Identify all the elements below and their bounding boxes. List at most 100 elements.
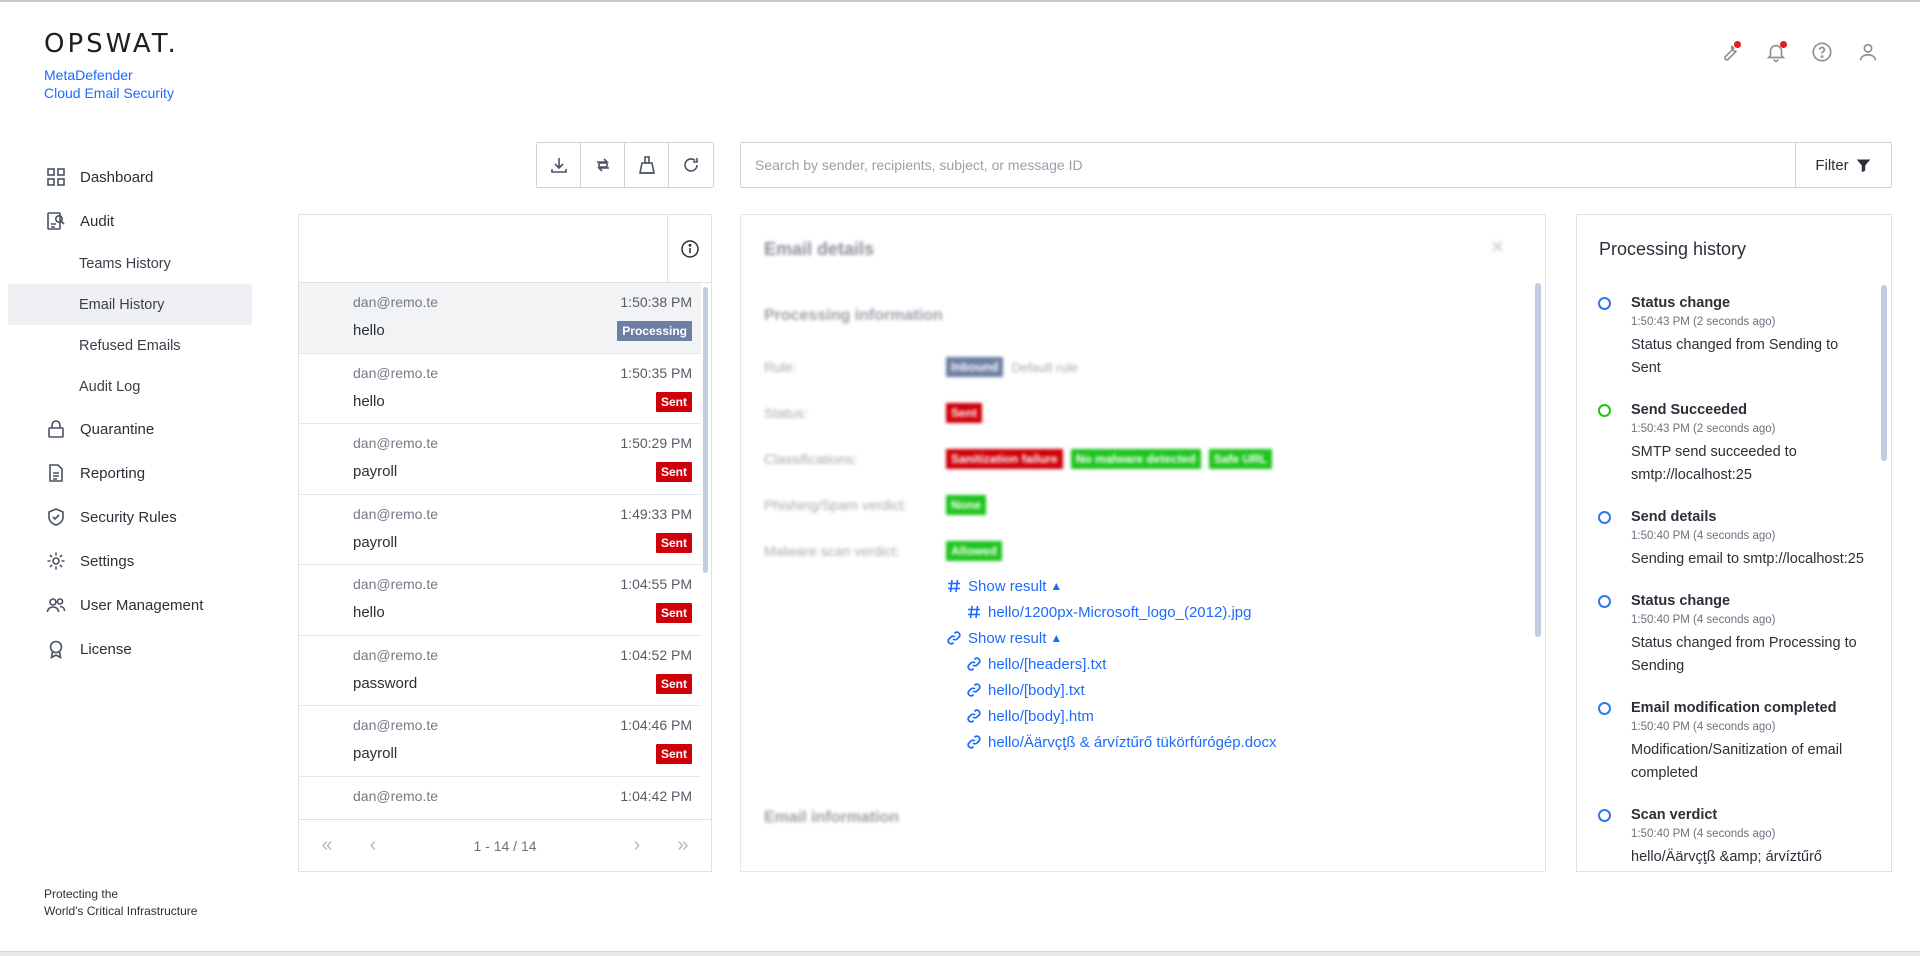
- sidebar-item-quarantine[interactable]: Quarantine: [0, 407, 260, 451]
- show-result-toggle[interactable]: Show result ▲: [946, 625, 1276, 651]
- status-badge: Sent: [655, 603, 692, 623]
- history-heading: Status change: [1631, 295, 1731, 311]
- sidebar-item-label: Settings: [80, 552, 135, 570]
- email-row[interactable]: dan@remo.te 1:50:29 PM payroll Sent: [299, 424, 701, 495]
- history-title: Processing history: [1599, 239, 1747, 259]
- opswat-logo[interactable]: OPSWAT.: [44, 30, 179, 58]
- history-time: 1:50:40 PM (4 seconds ago): [1631, 721, 1776, 733]
- next-page-icon[interactable]: ›: [625, 834, 649, 858]
- refresh-button[interactable]: [669, 143, 713, 187]
- help-icon[interactable]: [1810, 40, 1834, 64]
- sidebar-item-audit-log[interactable]: Audit Log: [0, 366, 260, 407]
- timeline-dot: [1598, 595, 1611, 608]
- email-sender: dan@remo.te: [353, 646, 439, 663]
- first-page-icon[interactable]: «: [315, 834, 339, 858]
- status-badge: Sent: [655, 391, 692, 412]
- processing-history-panel: Processing history Status change 1:50:43…: [1576, 214, 1892, 872]
- email-subject: payroll: [353, 533, 398, 551]
- sidebar-item-refused-emails[interactable]: Refused Emails: [0, 325, 260, 366]
- history-list: Status change 1:50:43 PM (2 seconds ago)…: [1577, 283, 1891, 871]
- sidebar-nav: Dashboard Audit Teams History Email Hist…: [0, 155, 260, 671]
- users-icon: [46, 598, 66, 613]
- sidebar-item-dashboard[interactable]: Dashboard: [0, 155, 260, 199]
- history-item: Send Succeeded 1:50:43 PM (2 seconds ago…: [1577, 390, 1891, 487]
- email-row[interactable]: dan@remo.te 1:04:42 PM: [299, 777, 701, 819]
- sidebar-item-label: License: [80, 640, 132, 658]
- info-icon: [680, 240, 699, 258]
- sidebar-item-label: User Management: [80, 596, 204, 614]
- footer-line-2: World's Critical Infrastructure: [44, 904, 198, 918]
- history-desc: hello/Äärvçţß &amp; árvíztűrő: [1631, 849, 1822, 865]
- info-button[interactable]: [667, 215, 711, 283]
- sidebar-item-security-rules[interactable]: Security Rules: [0, 495, 260, 539]
- resend-button[interactable]: [581, 143, 625, 187]
- email-sender: dan@remo.te: [353, 294, 439, 310]
- email-sender: dan@remo.te: [353, 787, 439, 804]
- brand: OPSWAT. MetaDefender Cloud Email Securit…: [44, 30, 179, 102]
- history-item: Status change 1:50:40 PM (4 seconds ago)…: [1577, 581, 1891, 678]
- sidebar-item-license[interactable]: License: [0, 627, 260, 671]
- user-profile-icon[interactable]: [1856, 40, 1880, 64]
- sidebar-item-email-history[interactable]: Email History: [8, 284, 252, 325]
- result-file-link[interactable]: hello/Äärvçţß & árvíztűrő tükörfúrógép.d…: [946, 729, 1276, 755]
- result-file-link[interactable]: hello/1200px-Microsoft_logo_(2012).jpg: [946, 599, 1276, 625]
- sidebar-item-settings[interactable]: Settings: [0, 539, 260, 583]
- email-row[interactable]: dan@remo.te 1:04:55 PM hello Sent: [299, 565, 701, 636]
- result-file-link[interactable]: hello/[body].htm: [946, 703, 1276, 729]
- dashboard-icon: [47, 168, 65, 186]
- show-result-toggle[interactable]: Show result ▲: [946, 573, 1276, 599]
- shield-check-icon: [48, 508, 64, 526]
- email-time: 1:49:33 PM: [620, 505, 692, 522]
- search-input[interactable]: [741, 143, 1795, 187]
- status-badge: Sent: [655, 673, 692, 694]
- history-item: Status change 1:50:43 PM (2 seconds ago)…: [1577, 283, 1891, 380]
- history-item: Send details 1:50:40 PM (4 seconds ago) …: [1577, 497, 1891, 571]
- result-file-link[interactable]: hello/[body].txt: [946, 677, 1276, 703]
- filter-button[interactable]: Filter: [1795, 143, 1891, 187]
- rule-name: Default rule: [1011, 359, 1078, 375]
- processing-info-heading: Processing information: [764, 307, 943, 324]
- close-icon[interactable]: ✕: [1490, 237, 1505, 258]
- sidebar-item-teams-history[interactable]: Teams History: [0, 243, 260, 284]
- history-scrollbar[interactable]: [1881, 285, 1887, 461]
- email-row[interactable]: dan@remo.te 1:49:33 PM payroll Sent: [299, 495, 701, 565]
- history-time: 1:50:43 PM (2 seconds ago): [1631, 423, 1776, 435]
- status-label: Status:: [764, 405, 808, 421]
- sync-icon: [596, 158, 609, 172]
- hash-icon: [948, 579, 960, 593]
- sidebar-item-user-management[interactable]: User Management: [0, 583, 260, 627]
- email-time: 1:04:42 PM: [620, 787, 692, 804]
- last-page-icon[interactable]: »: [671, 834, 695, 858]
- email-row[interactable]: dan@remo.te 1:04:46 PM payroll Sent: [299, 706, 701, 777]
- product-name: MetaDefender Cloud Email Security: [44, 66, 179, 102]
- details-scrollbar[interactable]: [1535, 283, 1541, 637]
- sidebar-item-label: Security Rules: [80, 508, 177, 526]
- history-time: 1:50:43 PM (2 seconds ago): [1631, 316, 1776, 328]
- email-subject: hello: [353, 392, 385, 410]
- sidebar-item-reporting[interactable]: Reporting: [0, 451, 260, 495]
- bell-icon[interactable]: [1764, 40, 1788, 64]
- status-badge: Sent: [655, 744, 692, 764]
- prev-page-icon[interactable]: ‹: [361, 834, 385, 858]
- lock-icon: [48, 420, 64, 438]
- email-row[interactable]: dan@remo.te 1:50:38 PM hello Processing: [299, 283, 701, 354]
- sidebar-item-audit[interactable]: Audit: [0, 199, 260, 243]
- history-heading: Send Succeeded: [1631, 402, 1748, 418]
- email-row[interactable]: dan@remo.te 1:50:35 PM hello Sent: [299, 354, 701, 424]
- email-subject: password: [353, 674, 418, 692]
- email-subject: payroll: [353, 463, 398, 480]
- result-file-name: hello/Äärvçţß & árvíztűrő tükörfúrógép.d…: [988, 733, 1277, 751]
- download-button[interactable]: [537, 143, 581, 187]
- email-row[interactable]: dan@remo.te 1:04:52 PM password Sent: [299, 636, 701, 706]
- classification-chip: Safe URL: [1208, 449, 1273, 469]
- footer-line-1: Protecting the: [44, 887, 119, 901]
- result-file-link[interactable]: hello/[headers].txt: [946, 651, 1276, 677]
- email-subject: hello: [353, 322, 385, 339]
- list-toolbar: [536, 142, 714, 188]
- clean-button[interactable]: [625, 143, 669, 187]
- list-scrollbar[interactable]: [703, 287, 708, 573]
- email-list-panel: dan@remo.te 1:50:38 PM hello Processing …: [298, 214, 712, 872]
- wrench-icon[interactable]: [1718, 40, 1742, 64]
- window-bottom-border: [0, 951, 1920, 956]
- status-value: Sent: [946, 403, 983, 423]
